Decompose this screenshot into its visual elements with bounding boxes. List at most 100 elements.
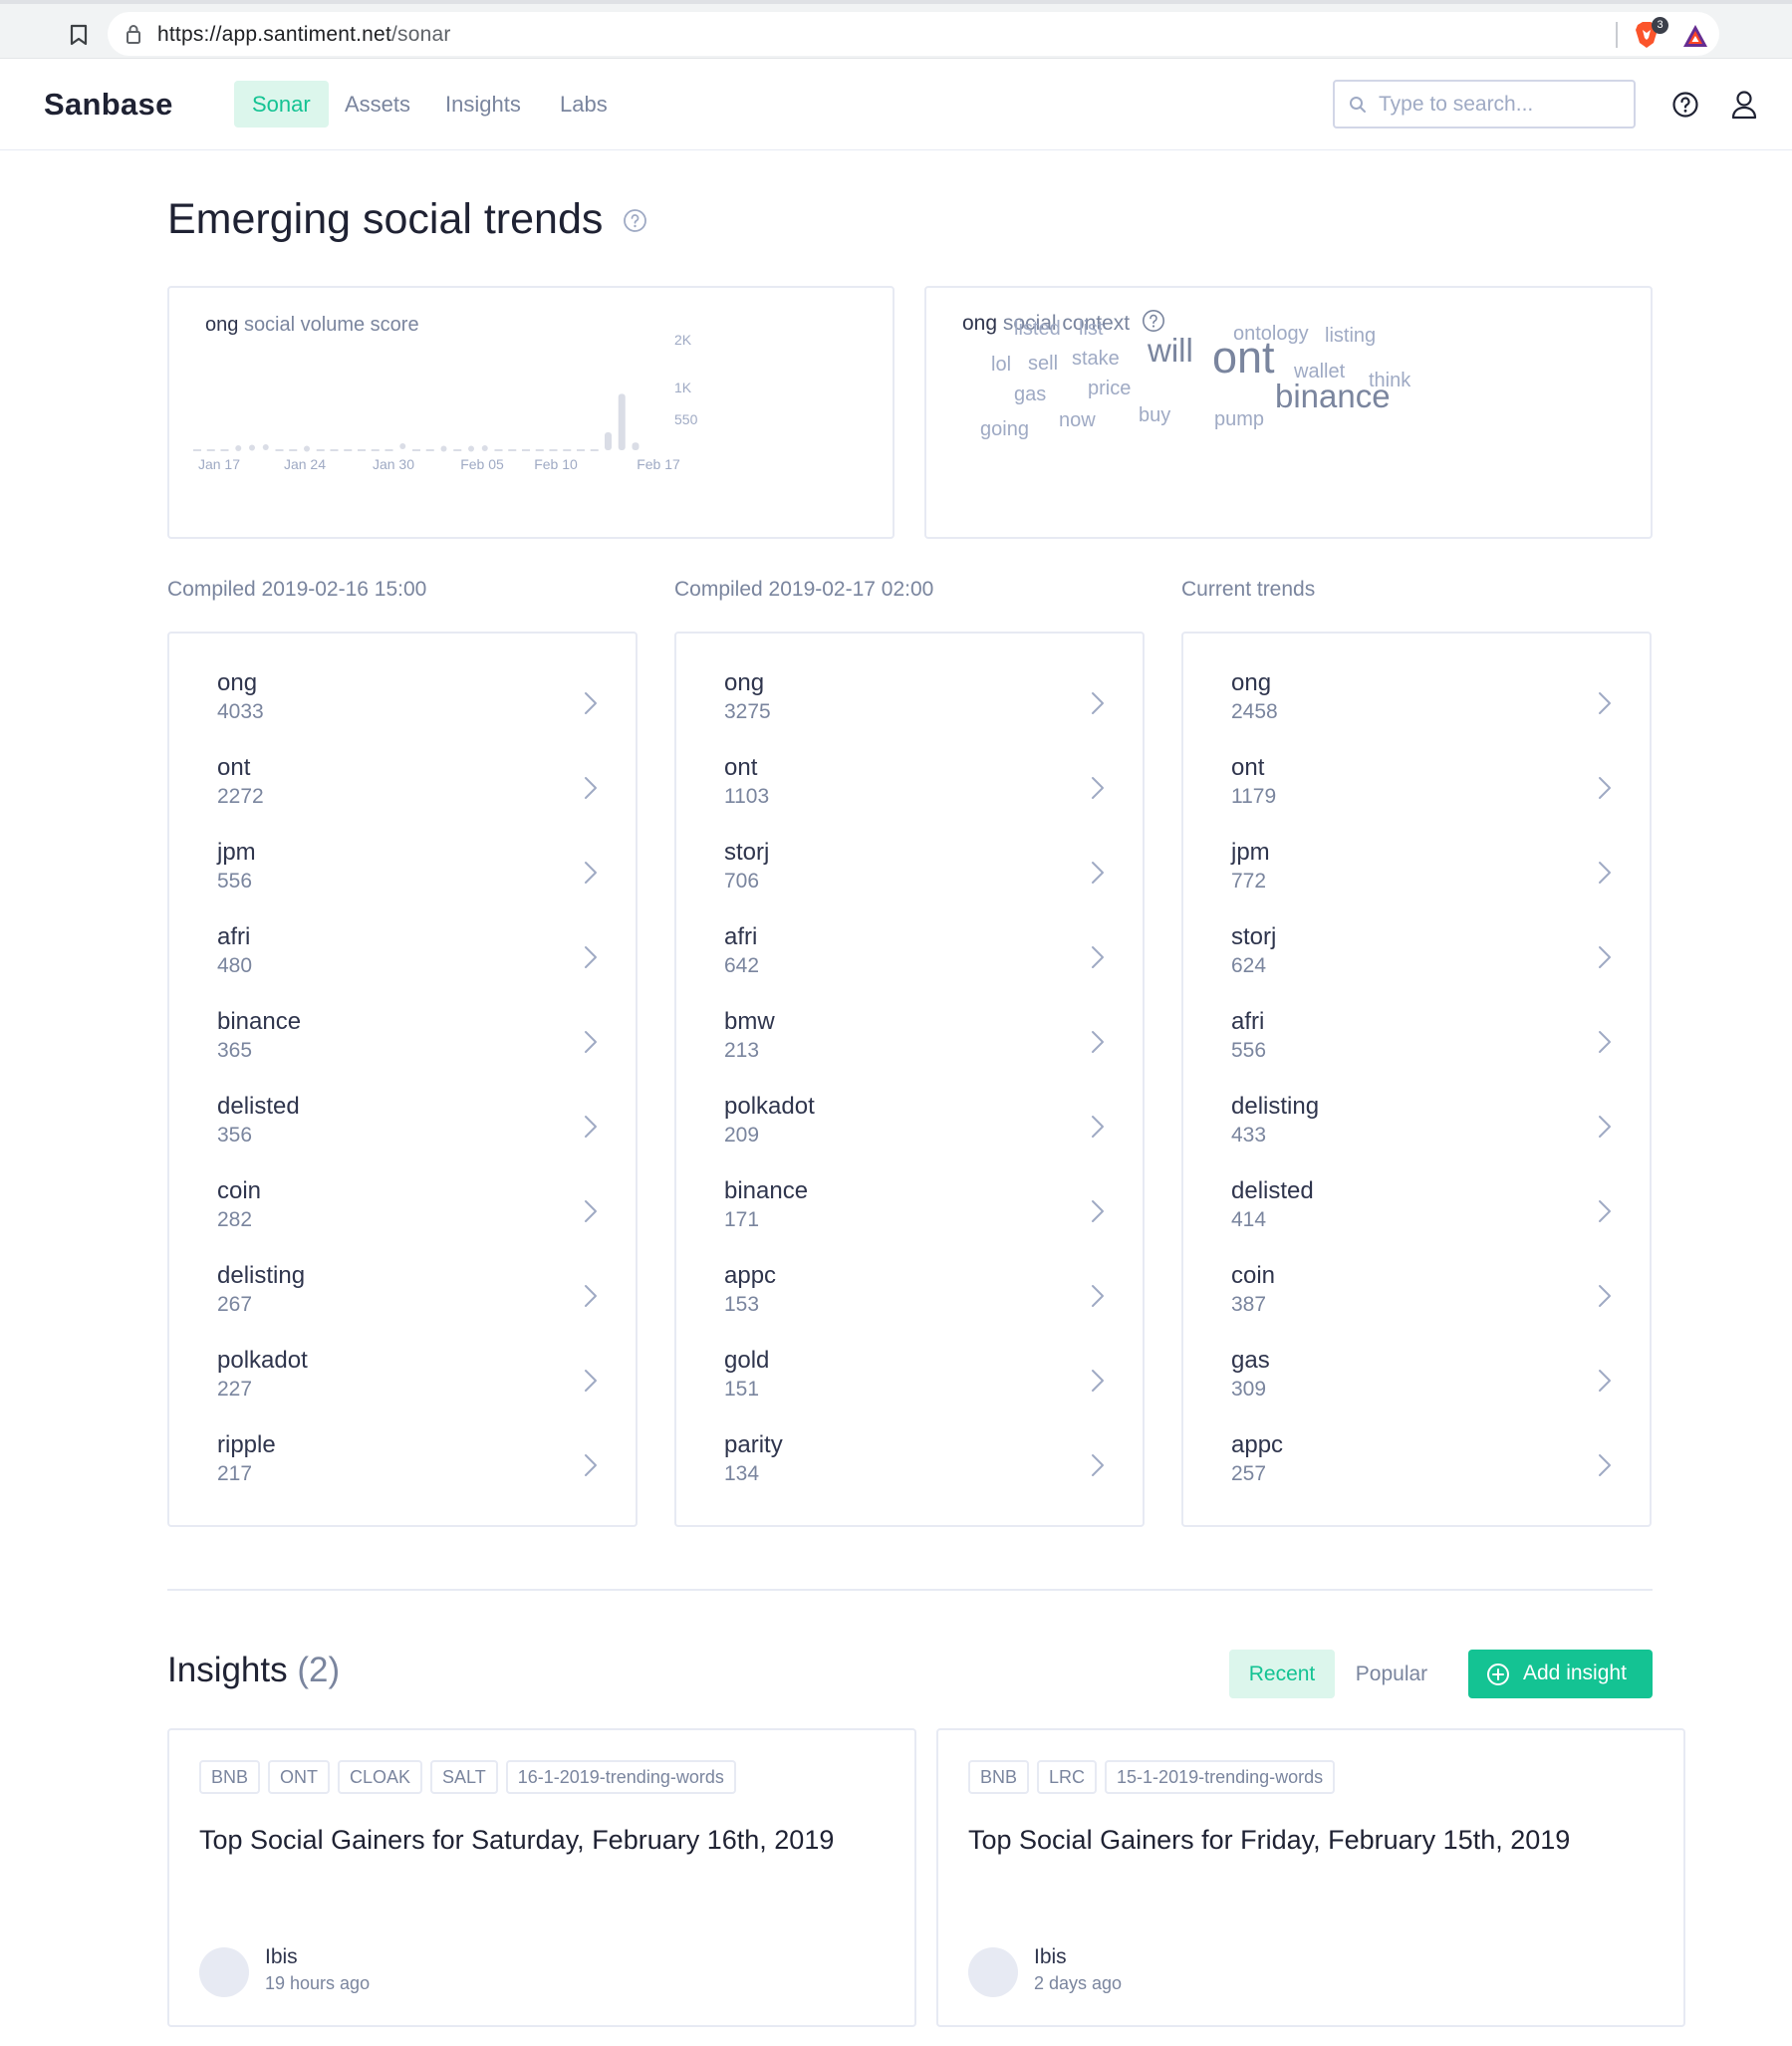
trend-item[interactable]: ripple 217 <box>217 1431 606 1516</box>
trend-item[interactable]: delisted 414 <box>1231 1177 1620 1262</box>
chevron-right-icon[interactable] <box>1089 1113 1107 1141</box>
chevron-right-icon[interactable] <box>1596 943 1614 971</box>
cloud-word[interactable]: gas <box>1014 384 1046 406</box>
chart-bar[interactable] <box>440 445 447 452</box>
chevron-right-icon[interactable] <box>582 1367 600 1395</box>
chart-bar[interactable] <box>384 449 393 451</box>
chevron-right-icon[interactable] <box>1089 1282 1107 1310</box>
chevron-right-icon[interactable] <box>1596 859 1614 887</box>
chevron-right-icon[interactable] <box>1596 1451 1614 1479</box>
chevron-right-icon[interactable] <box>1596 689 1614 717</box>
search-input[interactable] <box>1379 91 1628 119</box>
trend-item[interactable]: binance 365 <box>217 1008 606 1093</box>
trend-item[interactable]: appc 257 <box>1231 1431 1620 1516</box>
chevron-right-icon[interactable] <box>1596 1113 1614 1141</box>
tag[interactable]: 15-1-2019-trending-words <box>1105 1760 1336 1794</box>
cloud-word[interactable]: will <box>1148 332 1193 370</box>
chart-bar[interactable] <box>344 449 353 451</box>
chevron-right-icon[interactable] <box>1596 1367 1614 1395</box>
cloud-word[interactable]: listed <box>1014 318 1061 341</box>
chevron-right-icon[interactable] <box>1089 1451 1107 1479</box>
nav-sonar[interactable]: Sonar <box>234 81 329 128</box>
nav-labs[interactable]: Labs <box>542 81 626 128</box>
chevron-right-icon[interactable] <box>582 943 600 971</box>
trend-item[interactable]: parity 134 <box>724 1431 1113 1516</box>
trend-item[interactable]: afri 480 <box>217 923 606 1008</box>
cloud-word[interactable]: pump <box>1214 408 1264 431</box>
trend-item[interactable]: storj 706 <box>724 839 1113 923</box>
trend-item[interactable]: ong 3275 <box>724 669 1113 754</box>
user-icon[interactable] <box>1730 90 1758 120</box>
trend-item[interactable]: ong 2458 <box>1231 669 1620 754</box>
trend-item[interactable]: coin 282 <box>217 1177 606 1262</box>
cloud-word[interactable]: now <box>1059 409 1096 432</box>
help-icon[interactable] <box>1671 91 1699 119</box>
chevron-right-icon[interactable] <box>1596 1282 1614 1310</box>
chart-bar[interactable] <box>590 449 599 451</box>
chevron-right-icon[interactable] <box>1089 1197 1107 1225</box>
chart-bar[interactable] <box>618 393 626 450</box>
trend-item[interactable]: ont 2272 <box>217 754 606 839</box>
add-insight-button[interactable]: Add insight <box>1468 1650 1653 1698</box>
logo[interactable]: Sanbase <box>44 87 173 123</box>
chevron-right-icon[interactable] <box>1596 1028 1614 1056</box>
trend-item[interactable]: delisting 433 <box>1231 1093 1620 1177</box>
chevron-right-icon[interactable] <box>582 1282 600 1310</box>
chart-bar[interactable] <box>577 449 585 451</box>
cloud-word[interactable]: list <box>1079 318 1103 341</box>
chevron-right-icon[interactable] <box>582 1028 600 1056</box>
cloud-word[interactable]: buy <box>1139 404 1170 427</box>
cloud-word[interactable]: going <box>980 418 1029 441</box>
trend-item[interactable]: coin 387 <box>1231 1262 1620 1347</box>
chevron-right-icon[interactable] <box>582 1197 600 1225</box>
trend-item[interactable]: binance 171 <box>724 1177 1113 1262</box>
trend-item[interactable]: jpm 556 <box>217 839 606 923</box>
chart-bar[interactable] <box>535 449 544 451</box>
trend-item[interactable]: ont 1103 <box>724 754 1113 839</box>
trend-item[interactable]: delisting 267 <box>217 1262 606 1347</box>
chart-bar[interactable] <box>193 449 201 451</box>
chart-bar[interactable] <box>468 445 474 452</box>
chart-bar[interactable] <box>508 449 517 451</box>
cloud-word[interactable]: lol <box>991 354 1011 377</box>
trend-item[interactable]: polkadot 227 <box>217 1347 606 1431</box>
trend-item[interactable]: bmw 213 <box>724 1008 1113 1093</box>
chart-bar[interactable] <box>563 449 572 451</box>
recent-button[interactable]: Recent <box>1229 1650 1335 1698</box>
trend-item[interactable]: appc 153 <box>724 1262 1113 1347</box>
chart-bar[interactable] <box>371 449 380 451</box>
chevron-right-icon[interactable] <box>582 774 600 802</box>
insight-card[interactable]: BNB ONT CLOAK SALT 16-1-2019-trending-words T… <box>167 1728 916 2027</box>
tag[interactable]: SALT <box>430 1760 498 1794</box>
cloud-word[interactable]: stake <box>1072 348 1120 371</box>
chart-bar[interactable] <box>358 449 366 451</box>
tag[interactable]: BNB <box>968 1760 1030 1794</box>
insight-title[interactable]: Top Social Gainers for Friday, February … <box>968 1825 1570 1856</box>
trend-item[interactable]: gold 151 <box>724 1347 1113 1431</box>
trend-item[interactable]: ong 4033 <box>217 669 606 754</box>
chevron-right-icon[interactable] <box>1596 774 1614 802</box>
chevron-right-icon[interactable] <box>1089 1367 1107 1395</box>
question-icon[interactable] <box>623 208 647 233</box>
chevron-right-icon[interactable] <box>1089 859 1107 887</box>
cloud-word[interactable]: ont <box>1212 332 1275 384</box>
trend-item[interactable]: ont 1179 <box>1231 754 1620 839</box>
cloud-word[interactable]: binance <box>1275 378 1391 415</box>
chart-bar[interactable] <box>220 449 229 451</box>
chart-bar[interactable] <box>522 449 530 451</box>
chart-bar[interactable] <box>399 443 406 449</box>
author-name[interactable]: Ibis <box>1034 1945 1067 1969</box>
question-icon[interactable] <box>1142 309 1165 333</box>
url-text[interactable]: https://app.santiment.net/sonar <box>157 23 451 47</box>
chart-bar[interactable] <box>316 449 325 451</box>
chart-bar[interactable] <box>605 431 612 450</box>
cloud-word[interactable]: listing <box>1325 325 1376 348</box>
nav-assets[interactable]: Assets <box>327 81 428 128</box>
chart-bar[interactable] <box>481 445 488 451</box>
popular-button[interactable]: Popular <box>1340 1650 1443 1698</box>
chart-bar[interactable] <box>549 449 558 451</box>
bookmark-icon[interactable] <box>70 24 88 46</box>
avatar[interactable] <box>199 1947 249 1997</box>
chevron-right-icon[interactable] <box>1089 1028 1107 1056</box>
chevron-right-icon[interactable] <box>1089 943 1107 971</box>
